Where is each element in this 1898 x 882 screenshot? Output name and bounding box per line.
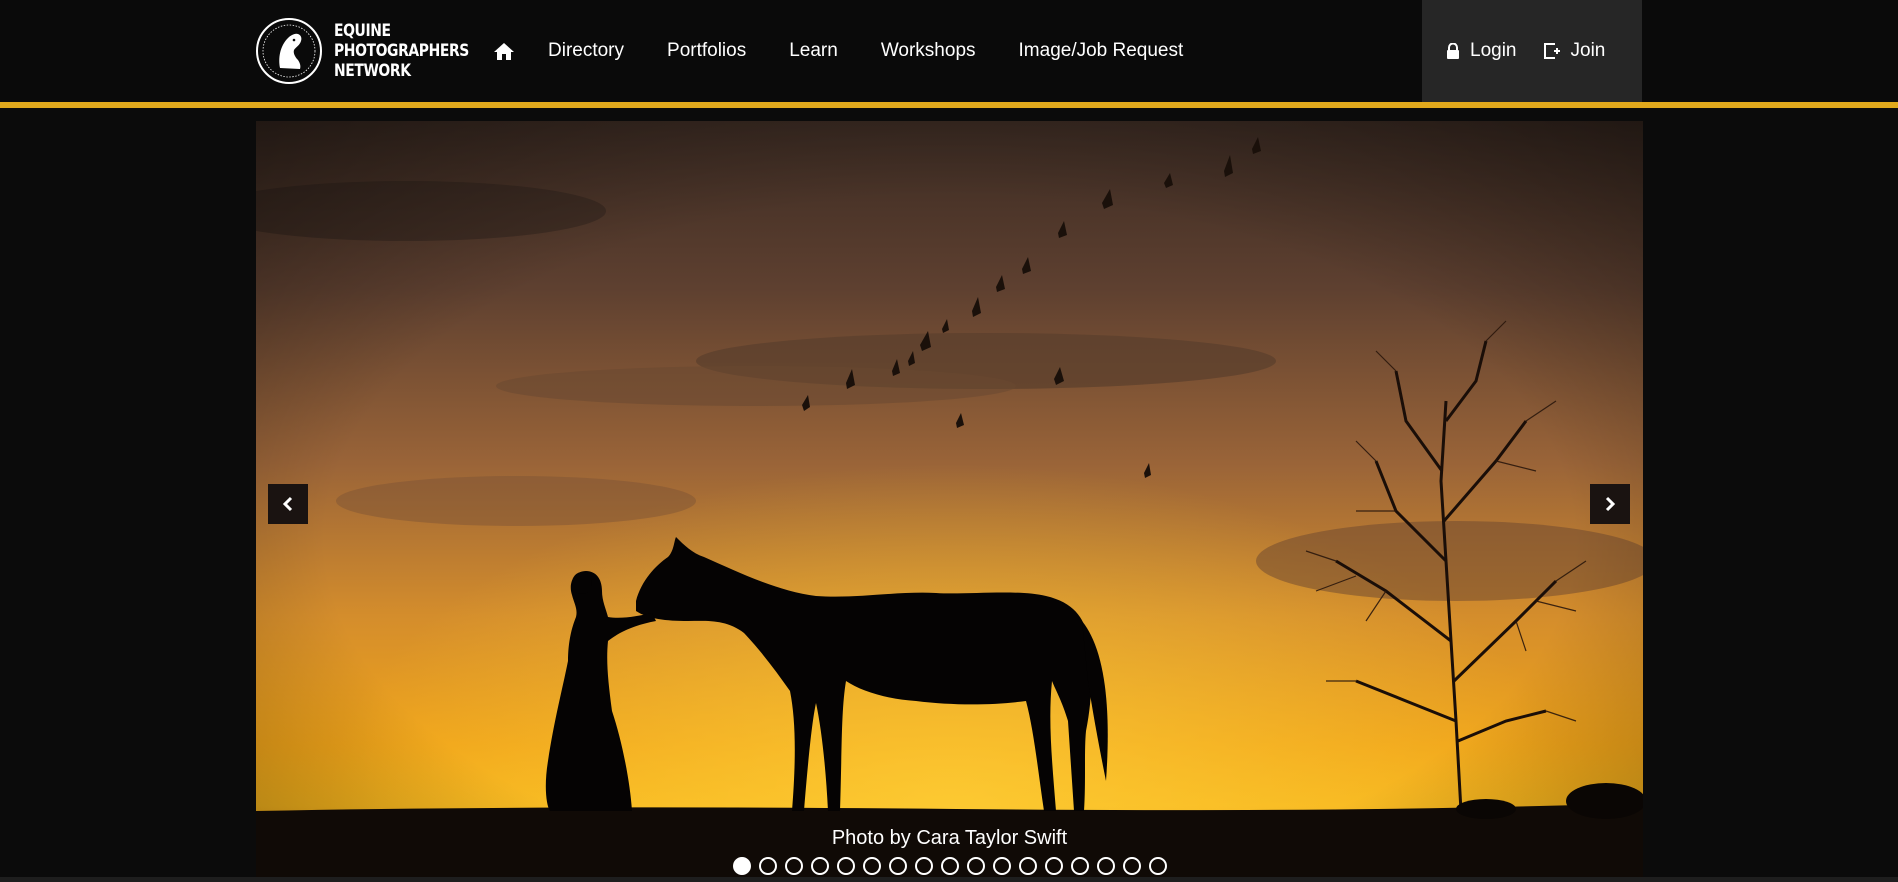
slider-dot[interactable] bbox=[914, 857, 933, 875]
logo-line: PHOTOGRAPHERS bbox=[334, 41, 469, 61]
slider-next-button[interactable] bbox=[1590, 484, 1630, 524]
nav-directory[interactable]: Directory bbox=[548, 40, 624, 62]
nav-portfolios[interactable]: Portfolios bbox=[667, 40, 746, 62]
slider-dot[interactable] bbox=[1070, 857, 1089, 875]
page-scroll-strip bbox=[0, 877, 1898, 882]
nav-learn[interactable]: Learn bbox=[789, 40, 838, 62]
slider-dot[interactable] bbox=[888, 857, 907, 875]
header-accent-bar bbox=[0, 102, 1898, 108]
logo-line: EQUINE bbox=[334, 21, 391, 41]
slider-dot[interactable] bbox=[1148, 857, 1167, 875]
slider-dot[interactable] bbox=[810, 857, 829, 875]
join-link[interactable]: Join bbox=[1543, 40, 1606, 62]
nav-workshops[interactable]: Workshops bbox=[881, 40, 976, 62]
account-links: Login Join bbox=[1422, 0, 1642, 102]
logo-line: NETWORK bbox=[334, 61, 411, 81]
slider-pagination bbox=[256, 857, 1643, 875]
chevron-right-icon bbox=[1605, 496, 1616, 512]
site-logo[interactable]: EQUINE PHOTOGRAPHERS NETWORK bbox=[256, 17, 469, 85]
slider-dot[interactable] bbox=[758, 857, 777, 875]
slider-dot[interactable] bbox=[732, 857, 751, 875]
slider-dot[interactable] bbox=[1018, 857, 1037, 875]
logo-wordmark: EQUINE PHOTOGRAPHERS NETWORK bbox=[334, 21, 469, 81]
horse-head-logo-icon bbox=[256, 18, 322, 84]
slide-caption: Photo by Cara Taylor Swift bbox=[831, 827, 1068, 849]
sunset-horse-silhouette-photo bbox=[256, 121, 1643, 882]
slider-prev-button[interactable] bbox=[268, 484, 308, 524]
slider-dot[interactable] bbox=[940, 857, 959, 875]
slider-dot[interactable] bbox=[1096, 857, 1115, 875]
slider-dot[interactable] bbox=[1122, 857, 1141, 875]
login-link[interactable]: Login bbox=[1446, 40, 1517, 62]
join-label: Join bbox=[1570, 40, 1606, 61]
login-label: Login bbox=[1470, 40, 1517, 61]
main-nav: Directory Portfolios Learn Workshops Ima… bbox=[492, 0, 1226, 102]
slider-dot[interactable] bbox=[992, 857, 1011, 875]
slider-dot[interactable] bbox=[836, 857, 855, 875]
nav-image-job-request[interactable]: Image/Job Request bbox=[1019, 40, 1184, 62]
lock-icon bbox=[1446, 42, 1460, 60]
slider-dot[interactable] bbox=[1044, 857, 1063, 875]
chevron-left-icon bbox=[282, 496, 293, 512]
join-icon bbox=[1543, 42, 1561, 60]
slider-dot[interactable] bbox=[966, 857, 985, 875]
hero-slider: Photo by Cara Taylor Swift bbox=[256, 121, 1643, 882]
slider-dot[interactable] bbox=[862, 857, 881, 875]
site-header: EQUINE PHOTOGRAPHERS NETWORK Directory P… bbox=[0, 0, 1898, 102]
slider-dot[interactable] bbox=[784, 857, 803, 875]
home-icon[interactable] bbox=[492, 39, 516, 63]
